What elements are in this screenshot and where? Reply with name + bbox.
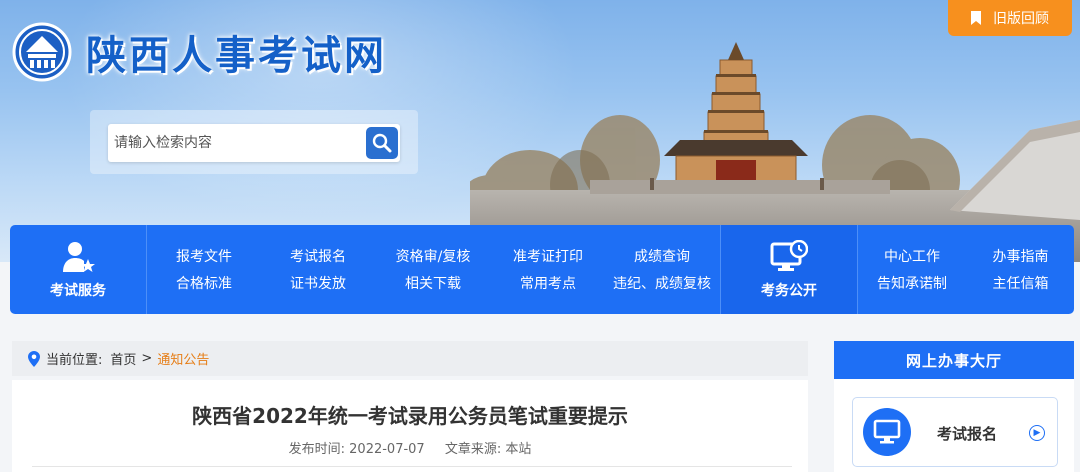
nav-link-guide[interactable]: 办事指南	[967, 244, 1074, 271]
nav-column: 准考证打印 常用考点	[491, 225, 605, 314]
nav-link-exam-files[interactable]: 报考文件	[147, 244, 261, 271]
header-banner: 陕西人事考试网	[0, 0, 1080, 262]
user-star-icon	[63, 241, 95, 272]
search-icon	[372, 133, 392, 153]
nav-link-score-query[interactable]: 成绩查询	[605, 244, 719, 271]
old-version-label: 旧版回顾	[993, 11, 1049, 27]
nav-column: 办事指南 主任信箱	[967, 225, 1074, 314]
nav-exam-service[interactable]: 考试服务	[10, 225, 147, 314]
nav-links-group-a: 报考文件 合格标准 考试报名 证书发放 资格审/复核 相关下载 准考证打印 常用…	[147, 225, 719, 314]
nav-link-registration[interactable]: 考试报名	[261, 244, 375, 271]
article-publish-date: 发布时间: 2022-07-07	[288, 442, 425, 457]
nav-link-score-review[interactable]: 违纪、成绩复核	[605, 271, 719, 298]
service-label: 考试报名	[937, 425, 998, 443]
breadcrumb-current[interactable]: 通知公告	[157, 349, 209, 368]
breadcrumb-prefix: 当前位置:	[46, 353, 103, 368]
nav-link-pass-standard[interactable]: 合格标准	[147, 271, 261, 298]
article-source: 文章来源: 本站	[444, 442, 532, 457]
search-box	[108, 124, 400, 162]
nav-column: 报考文件 合格标准	[147, 225, 261, 314]
nav-link-downloads[interactable]: 相关下载	[375, 271, 491, 298]
monitor-clock-icon	[770, 239, 808, 271]
nav-exam-service-label: 考试服务	[50, 282, 106, 299]
nav-link-test-sites[interactable]: 常用考点	[491, 271, 605, 298]
sidebar-title: 网上办事大厅	[834, 341, 1074, 379]
breadcrumb-home-link[interactable]: 首页	[110, 349, 136, 368]
service-exam-registration[interactable]: 考试报名 ▶	[852, 397, 1058, 467]
article-title: 陕西省2022年统一考试录用公务员笔试重要提示	[192, 404, 628, 428]
site-title: 陕西人事考试网	[86, 33, 387, 79]
site-logo[interactable]: 陕西人事考试网	[12, 22, 387, 82]
nav-link-certificate[interactable]: 证书发放	[261, 271, 375, 298]
nav-column: 考试报名 证书发放	[261, 225, 375, 314]
nav-link-admission-ticket[interactable]: 准考证打印	[491, 244, 605, 271]
search-button[interactable]	[366, 127, 398, 159]
chevron-right-icon: ▶	[1029, 425, 1045, 441]
nav-link-commitment[interactable]: 告知承诺制	[857, 271, 967, 298]
nav-links-group-b: 中心工作 告知承诺制 办事指南 主任信箱	[857, 225, 1074, 314]
nav-column: 资格审/复核 相关下载	[375, 225, 491, 314]
article-divider	[32, 466, 792, 467]
monitor-icon	[873, 419, 901, 444]
location-pin-icon	[28, 350, 40, 367]
article-panel: 陕西省2022年统一考试录用公务员笔试重要提示 发布时间: 2022-07-07…	[12, 380, 808, 472]
site-emblem-icon	[12, 22, 72, 82]
nav-exam-affairs[interactable]: 考务公开	[720, 225, 858, 314]
nav-link-director-mailbox[interactable]: 主任信箱	[967, 271, 1074, 298]
article-meta: 发布时间: 2022-07-07 文章来源: 本站	[12, 438, 808, 457]
breadcrumb-separator: >	[141, 351, 153, 366]
nav-column: 中心工作 告知承诺制	[857, 225, 967, 314]
service-icon-circle	[863, 408, 911, 456]
breadcrumb: 当前位置: 首页 > 通知公告	[12, 341, 808, 376]
bookmark-icon	[971, 11, 981, 25]
search-input[interactable]	[108, 124, 364, 162]
main-nav: 考试服务 报考文件 合格标准 考试报名 证书发放 资格审/复核 相关下载 准考证…	[10, 225, 1074, 314]
nav-column: 成绩查询 违纪、成绩复核	[605, 225, 719, 314]
nav-exam-affairs-label: 考务公开	[761, 282, 817, 299]
nav-link-qualification-review[interactable]: 资格审/复核	[375, 244, 491, 271]
old-version-button[interactable]: 旧版回顾	[948, 0, 1072, 36]
nav-link-center-work[interactable]: 中心工作	[857, 244, 967, 271]
